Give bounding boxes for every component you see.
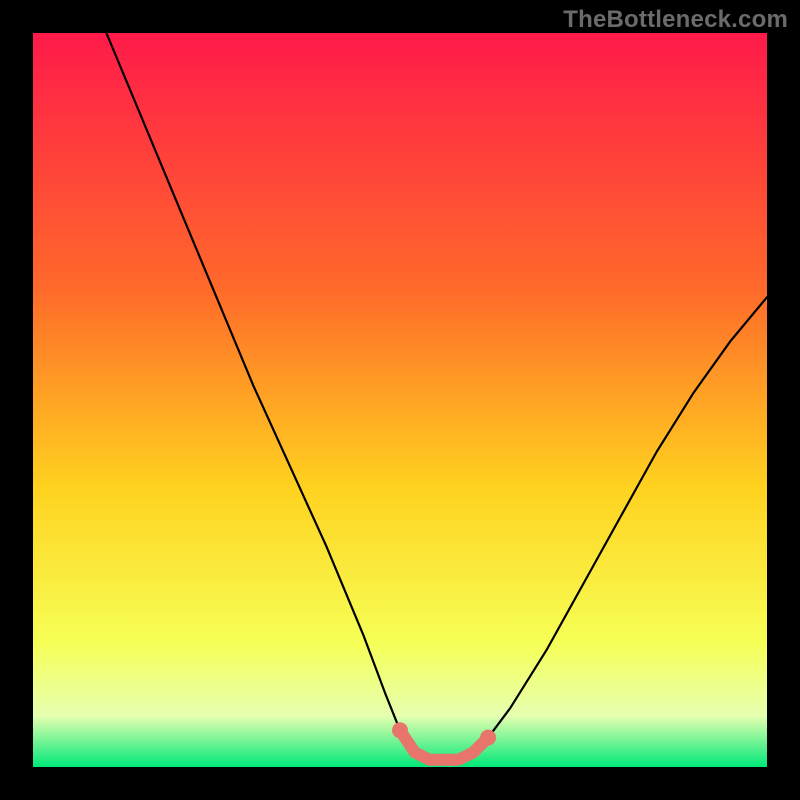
highlight-dot (480, 730, 496, 746)
highlight-dot (392, 722, 408, 738)
chart-svg (33, 33, 767, 767)
gradient-background (33, 33, 767, 767)
watermark-text: TheBottleneck.com (563, 6, 788, 34)
chart-frame: TheBottleneck.com (0, 0, 800, 800)
plot-area (33, 33, 767, 767)
